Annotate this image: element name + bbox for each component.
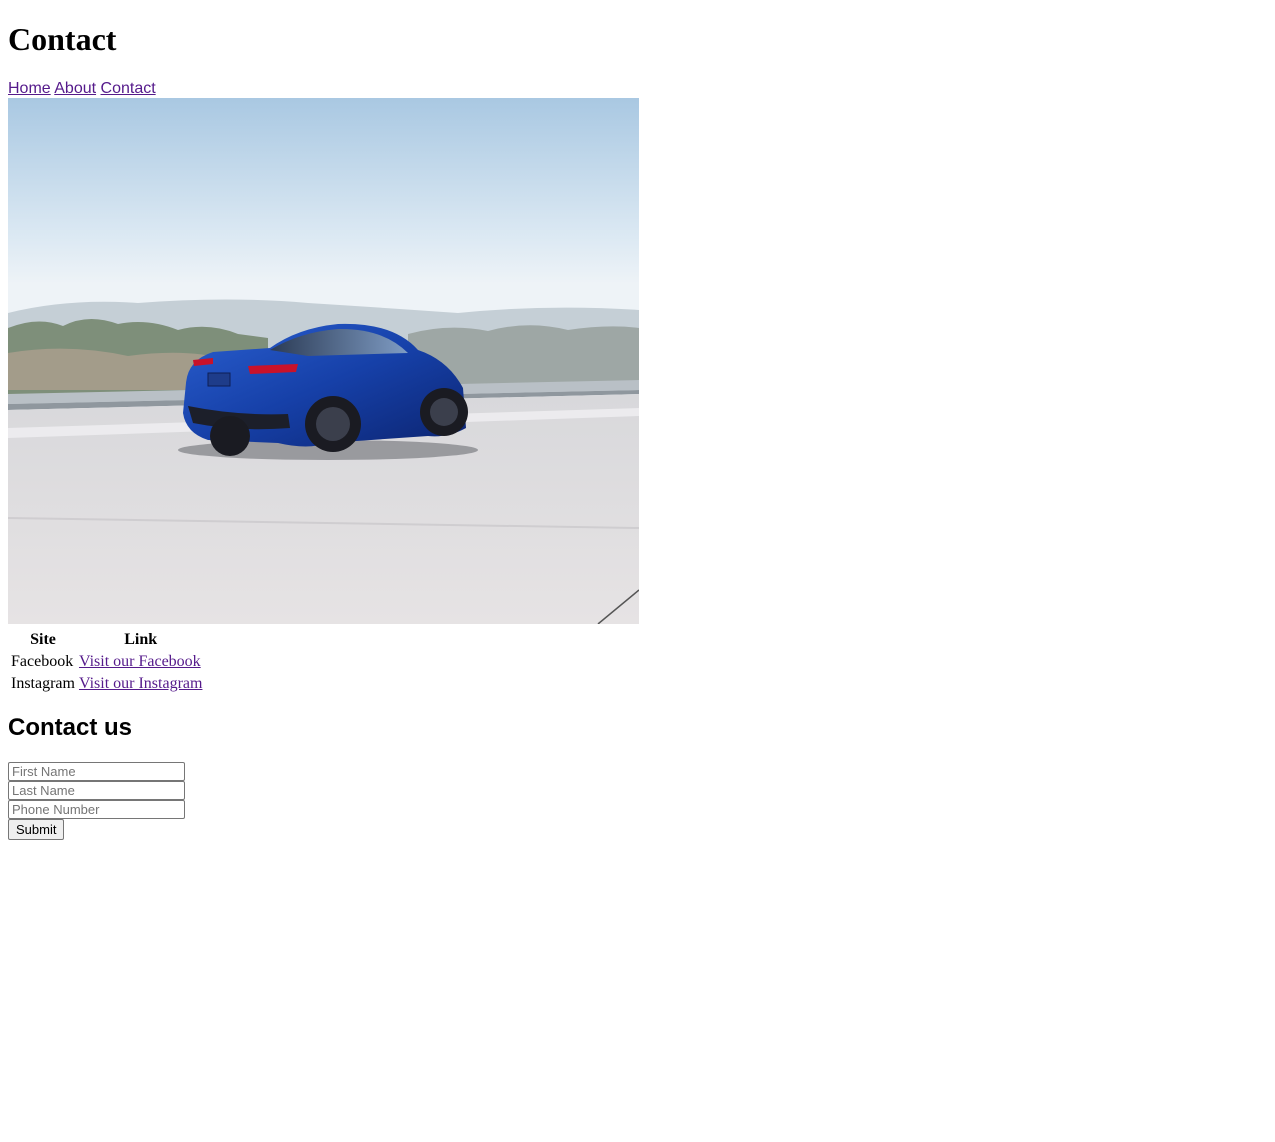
table-header-row: Site Link [10,630,203,650]
column-header-site: Site [30,631,56,648]
page: Contact Home About Contact Site Link Fac… [0,21,1275,840]
nav-link-home[interactable]: Home [8,80,51,97]
table-row: Instagram Visit our Instagram [10,674,203,694]
site-name-facebook: Facebook [11,653,74,670]
link-cell: Visit our Instagram [78,674,203,694]
phone-number-input[interactable] [8,800,185,819]
car-photo [8,98,639,624]
contact-form: Submit [8,762,1267,840]
column-header-link: Link [124,631,158,648]
social-links-table: Site Link Facebook Visit our Facebook In… [8,628,205,696]
first-name-input[interactable] [8,762,185,781]
instagram-link[interactable]: Visit our Instagram [79,675,202,692]
top-nav: Home About Contact [8,79,1267,98]
nav-link-contact[interactable]: Contact [101,80,156,97]
submit-button[interactable]: Submit [8,819,65,840]
link-cell: Visit our Facebook [78,652,203,672]
nav-link-about[interactable]: About [54,80,96,97]
page-title: Contact [8,21,117,57]
table-row: Facebook Visit our Facebook [10,652,203,672]
hero-image [8,98,639,624]
facebook-link[interactable]: Visit our Facebook [79,653,201,670]
last-name-input[interactable] [8,781,185,800]
contact-heading: Contact us [8,714,133,741]
site-name-instagram: Instagram [11,675,75,692]
